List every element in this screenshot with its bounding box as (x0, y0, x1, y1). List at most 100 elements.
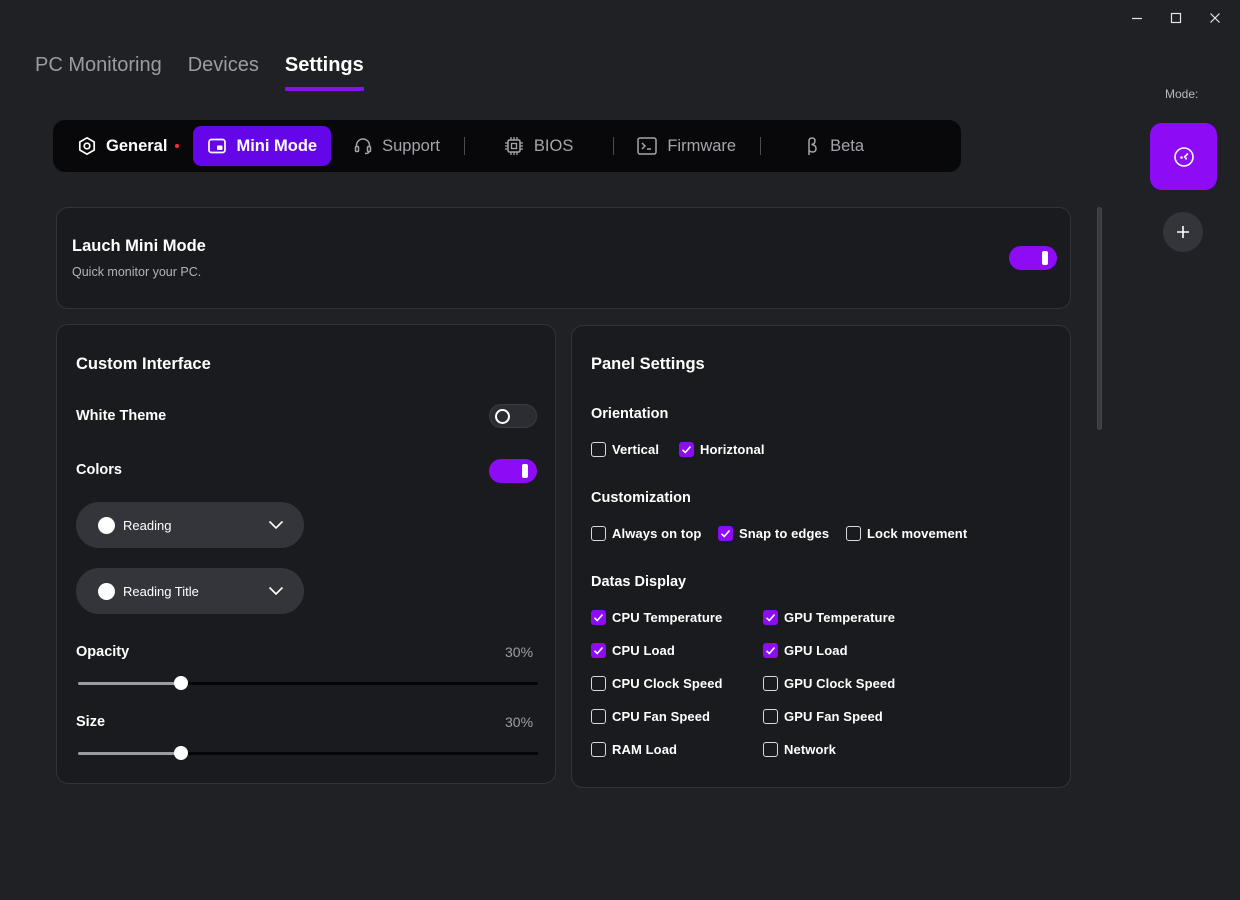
scrollbar[interactable] (1097, 207, 1102, 430)
minimize-icon (1131, 17, 1142, 20)
hexagon-gear-icon (78, 136, 96, 156)
slider-knob[interactable] (174, 746, 188, 760)
checkbox-box (591, 526, 606, 541)
checkbox-snap-to-edges[interactable]: Snap to edges (718, 526, 829, 541)
checkbox-label: GPU Fan Speed (784, 709, 883, 724)
subtab-bios[interactable]: BIOS (489, 126, 587, 166)
plus-icon (1177, 226, 1189, 238)
checkbox-box (591, 676, 606, 691)
chevron-down-icon (268, 586, 284, 596)
checkbox-box (763, 742, 778, 757)
checkbox-label: Lock movement (867, 526, 968, 541)
checkbox-box (679, 442, 694, 457)
beta-icon (808, 137, 817, 155)
subtab-firmware[interactable]: Firmware (622, 126, 750, 166)
checkbox-box (763, 643, 778, 658)
size-label: Size (76, 714, 106, 730)
check-icon (593, 646, 604, 655)
color-swatch (98, 582, 115, 600)
subtab-general[interactable]: General (59, 126, 193, 166)
main-tabs: PC Monitoring Devices Settings (35, 52, 364, 91)
headset-icon (354, 138, 372, 155)
opacity-slider[interactable] (78, 675, 538, 691)
checkbox-label: CPU Clock Speed (612, 676, 723, 691)
checkbox-cpu-temperature[interactable]: CPU Temperature (591, 610, 722, 625)
white-theme-label: White Theme (76, 408, 167, 424)
checkbox-box (763, 676, 778, 691)
check-icon (681, 445, 692, 454)
color-swatch (98, 516, 115, 534)
checkbox-label: GPU Load (784, 643, 848, 658)
checkbox-box (591, 709, 606, 724)
gauge-icon (1173, 146, 1194, 167)
checkbox-label: CPU Fan Speed (612, 709, 711, 724)
subtab-mini-mode[interactable]: Mini Mode (193, 126, 332, 166)
maximize-button[interactable] (1156, 8, 1195, 28)
checkbox-label: CPU Temperature (612, 610, 723, 625)
checkbox-network[interactable]: Network (763, 742, 836, 757)
close-icon (1209, 13, 1220, 23)
datas-display-label: Datas Display (591, 574, 687, 590)
checkbox-box (591, 742, 606, 757)
checkbox-box (763, 709, 778, 724)
mode-button[interactable] (1150, 123, 1217, 190)
slider-knob[interactable] (174, 676, 188, 690)
minimize-button[interactable] (1117, 8, 1156, 28)
checkbox-cpu-fan-speed[interactable]: CPU Fan Speed (591, 709, 710, 724)
custom-interface-card: Custom Interface White Theme Colors Read… (56, 324, 556, 784)
checkbox-lock-movement[interactable]: Lock movement (846, 526, 967, 541)
checkbox-vertical[interactable]: Vertical (591, 442, 659, 457)
mode-label: Mode: (1165, 87, 1199, 101)
checkbox-cpu-load[interactable]: CPU Load (591, 643, 675, 658)
chevron-down-icon (268, 520, 284, 530)
launch-mini-mode-toggle[interactable] (1009, 246, 1057, 270)
tab-pc-monitoring[interactable]: PC Monitoring (35, 52, 162, 88)
white-theme-toggle[interactable] (489, 404, 537, 428)
tab-separator (463, 137, 465, 155)
notification-dot (175, 144, 180, 148)
reading-color-dropdown[interactable]: Reading (76, 502, 304, 548)
checkbox-gpu-fan-speed[interactable]: GPU Fan Speed (763, 709, 883, 724)
checkbox-cpu-clock-speed[interactable]: CPU Clock Speed (591, 676, 723, 691)
checkbox-box (846, 526, 861, 541)
chip-icon (504, 137, 523, 155)
checkbox-horizontal[interactable]: Horiztonal (679, 442, 765, 457)
subtab-mini-mode-label: Mini Mode (236, 136, 318, 155)
subtab-support[interactable]: Support (339, 126, 454, 166)
reading-title-color-label: Reading Title (123, 583, 199, 599)
checkbox-label: GPU Clock Speed (784, 676, 896, 691)
reading-title-color-dropdown[interactable]: Reading Title (76, 568, 304, 614)
panel-settings-title: Panel Settings (591, 355, 705, 373)
customization-label: Customization (591, 490, 691, 506)
check-icon (765, 613, 776, 622)
checkbox-gpu-temperature[interactable]: GPU Temperature (763, 610, 895, 625)
maximize-icon (1170, 12, 1181, 24)
tab-settings[interactable]: Settings (284, 52, 364, 91)
checkbox-label: Vertical (612, 442, 660, 457)
checkbox-box (591, 643, 606, 658)
subtab-beta-label: Beta (830, 136, 865, 155)
launch-mini-mode-subtitle: Quick monitor your PC. (72, 265, 202, 279)
tab-devices[interactable]: Devices (188, 52, 259, 88)
checkbox-gpu-load[interactable]: GPU Load (763, 643, 848, 658)
checkbox-label: CPU Load (612, 643, 675, 658)
checkbox-box (591, 442, 606, 457)
checkbox-box (591, 610, 606, 625)
panel-settings-card: Panel Settings Orientation Vertical Hori… (571, 325, 1071, 788)
tab-separator (613, 137, 615, 155)
checkbox-gpu-clock-speed[interactable]: GPU Clock Speed (763, 676, 895, 691)
check-icon (720, 529, 731, 538)
add-mode-button[interactable] (1163, 212, 1203, 252)
checkbox-always-on-top[interactable]: Always on top (591, 526, 701, 541)
slider-fill (78, 682, 181, 685)
checkbox-label: Horiztonal (700, 442, 765, 457)
launch-mini-mode-title: Lauch Mini Mode (72, 237, 206, 255)
subtab-beta[interactable]: Beta (789, 126, 878, 166)
size-slider[interactable] (78, 745, 538, 761)
custom-interface-title: Custom Interface (76, 355, 211, 373)
colors-toggle[interactable] (489, 459, 537, 483)
close-button[interactable] (1195, 8, 1234, 28)
checkbox-label: RAM Load (612, 742, 678, 757)
size-value: 30% (505, 714, 534, 730)
checkbox-ram-load[interactable]: RAM Load (591, 742, 677, 757)
